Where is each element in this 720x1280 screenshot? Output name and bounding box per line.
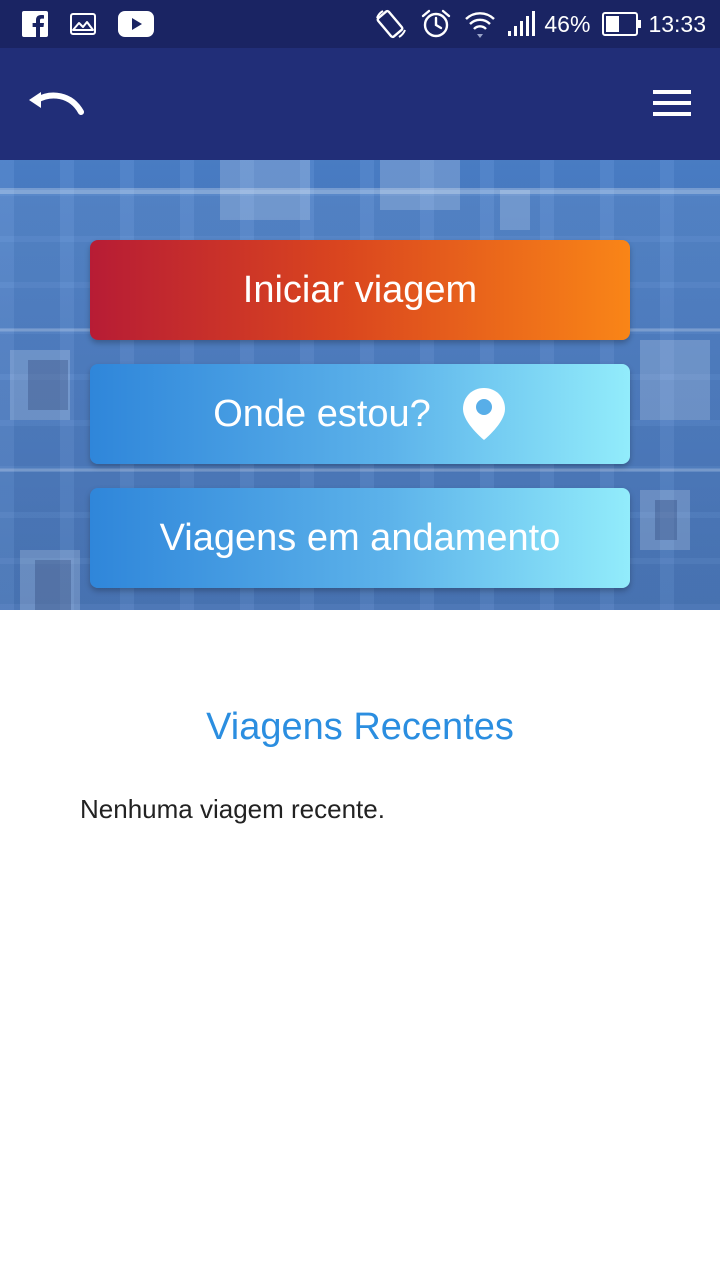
recent-trips-empty-message: Nenhuma viagem recente. xyxy=(80,794,385,824)
hero-banner: Iniciar viagem Onde estou? Viagens em an… xyxy=(0,160,720,610)
alarm-icon xyxy=(420,8,452,40)
wifi-icon xyxy=(464,8,496,40)
where-am-i-label: Onde estou? xyxy=(213,392,431,435)
back-button[interactable] xyxy=(22,78,88,128)
system-status: 46% 13:33 xyxy=(362,8,706,40)
ongoing-trips-label: Viagens em andamento xyxy=(159,516,561,559)
signal-icon xyxy=(508,11,538,37)
location-pin-icon xyxy=(461,386,507,442)
where-am-i-button[interactable]: Onde estou? xyxy=(90,364,630,464)
menu-button[interactable] xyxy=(648,82,696,126)
start-trip-button[interactable]: Iniciar viagem xyxy=(90,240,630,340)
start-trip-label: Iniciar viagem xyxy=(242,268,478,311)
notification-icons xyxy=(22,10,176,38)
battery-icon xyxy=(602,12,642,36)
facebook-icon xyxy=(22,11,48,37)
recent-trips-title: Viagens Recentes xyxy=(206,706,514,748)
clock: 13:33 xyxy=(648,10,706,37)
rotation-icon xyxy=(374,8,408,40)
hamburger-menu-icon xyxy=(653,90,691,116)
gallery-icon xyxy=(70,13,96,35)
youtube-icon xyxy=(118,11,154,37)
battery-percentage: 46% xyxy=(544,10,591,37)
ongoing-trips-button[interactable]: Viagens em andamento xyxy=(90,488,630,588)
app-bar xyxy=(0,48,720,160)
status-bar: 46% 13:33 xyxy=(0,0,720,48)
back-arrow-icon xyxy=(29,92,84,115)
